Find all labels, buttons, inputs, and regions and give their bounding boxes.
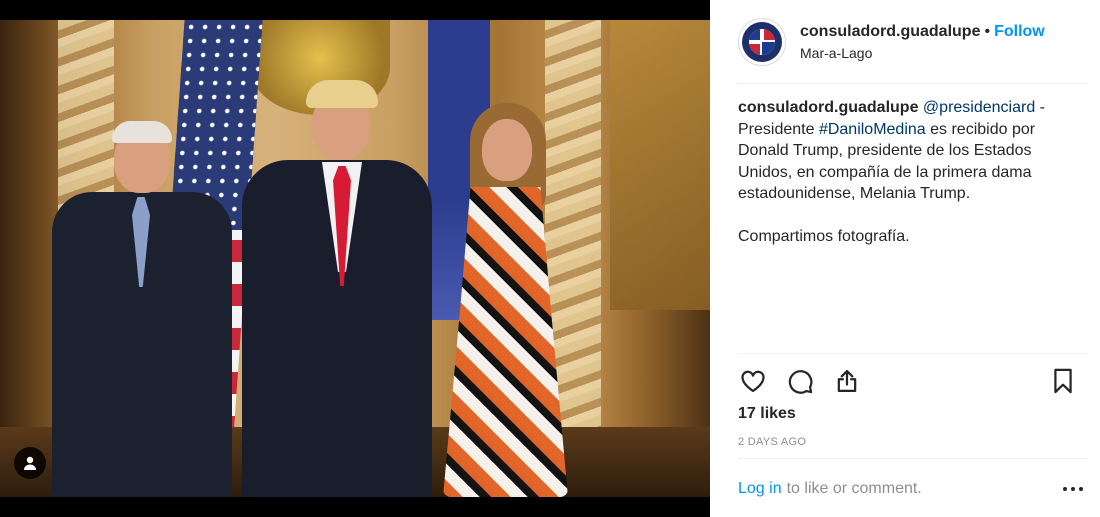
post-timestamp[interactable]: 2 DAYS AGO [738,436,806,448]
caption-dash: - [1035,99,1045,116]
bookmark-icon[interactable] [1048,366,1078,396]
photo-person-center [242,62,432,497]
divider [738,83,1088,84]
photo-person-right [418,97,588,497]
header-username[interactable]: consuladord.guadalupe [800,23,980,40]
user-tag-icon[interactable] [14,447,46,479]
post-header: consuladord.guadalupe • Follow Mar-a-Lago [738,12,1088,72]
login-prompt: Log in to like or comment. [738,480,1083,498]
divider [738,353,1088,354]
comment-icon[interactable] [785,366,815,396]
login-prompt-text: to like or comment. [786,480,922,497]
post-photo-pane [0,0,710,517]
post-caption: consuladord.guadalupe @presidenciard - P… [738,97,1073,248]
share-icon[interactable] [832,366,862,396]
login-link[interactable]: Log in [738,480,782,498]
caption-hashtag[interactable]: #DaniloMedina [819,121,926,138]
more-options-icon[interactable] [1063,487,1083,491]
divider [738,458,1088,459]
caption-second-paragraph: Compartimos fotografía. [738,228,910,245]
post-photo[interactable] [0,20,710,497]
heart-icon[interactable] [738,366,768,396]
caption-text-before-hashtag: Presidente [738,120,819,138]
dominican-seal-icon [749,29,775,55]
likes-count[interactable]: 17 likes [738,405,796,423]
post-side-panel: consuladord.guadalupe • Follow Mar-a-Lago … [710,0,1100,517]
photo-tapestry [610,20,710,310]
follow-button[interactable]: Follow [994,23,1045,40]
post-actions [738,364,1078,398]
header-separator: • [984,22,991,40]
caption-username[interactable]: consuladord.guadalupe [738,99,918,116]
location-link[interactable]: Mar-a-Lago [800,44,1045,63]
photo-person-left [52,97,232,497]
caption-mention[interactable]: @presidenciard [923,99,1035,116]
avatar[interactable] [738,18,786,66]
